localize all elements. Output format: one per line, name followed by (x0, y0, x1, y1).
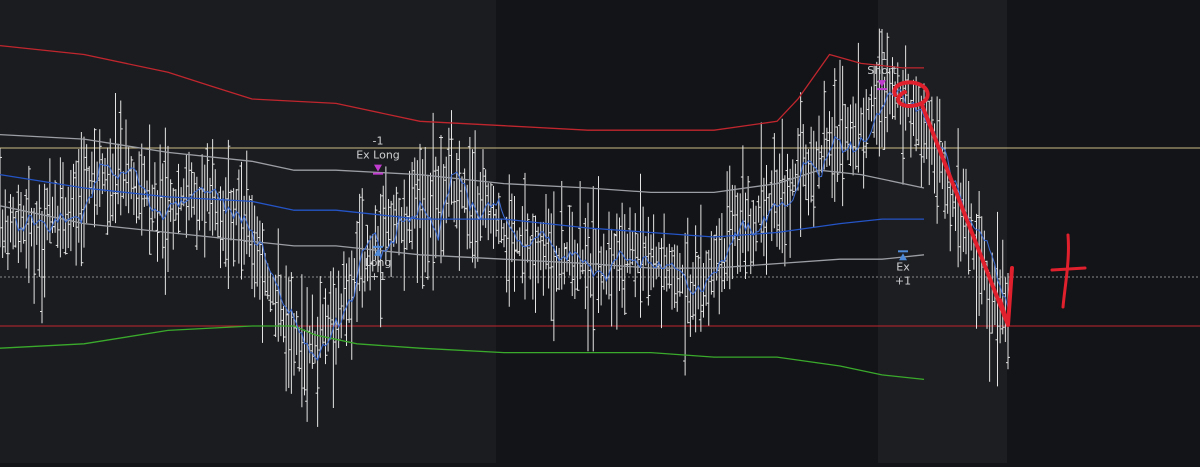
marker-qty: Long (365, 256, 392, 269)
marker-qty: Ex (896, 260, 910, 273)
chart-area[interactable]: -1 Ex Long Long +1 -1 Short Ex +1 (0, 0, 1200, 463)
marker-label: +1 (895, 274, 911, 287)
marker-label: Short (867, 64, 897, 77)
session-band-pre-market (0, 0, 496, 463)
marker-label: Ex Long (356, 149, 400, 162)
marker-qty: -1 (877, 50, 888, 63)
session-band-regular (496, 0, 878, 463)
price-chart[interactable]: -1Ex LongLong+1-1ShortEx+1 (0, 0, 1200, 463)
session-band-future (1007, 0, 1200, 463)
marker-qty: -1 (373, 135, 384, 148)
marker-label: +1 (370, 270, 386, 283)
